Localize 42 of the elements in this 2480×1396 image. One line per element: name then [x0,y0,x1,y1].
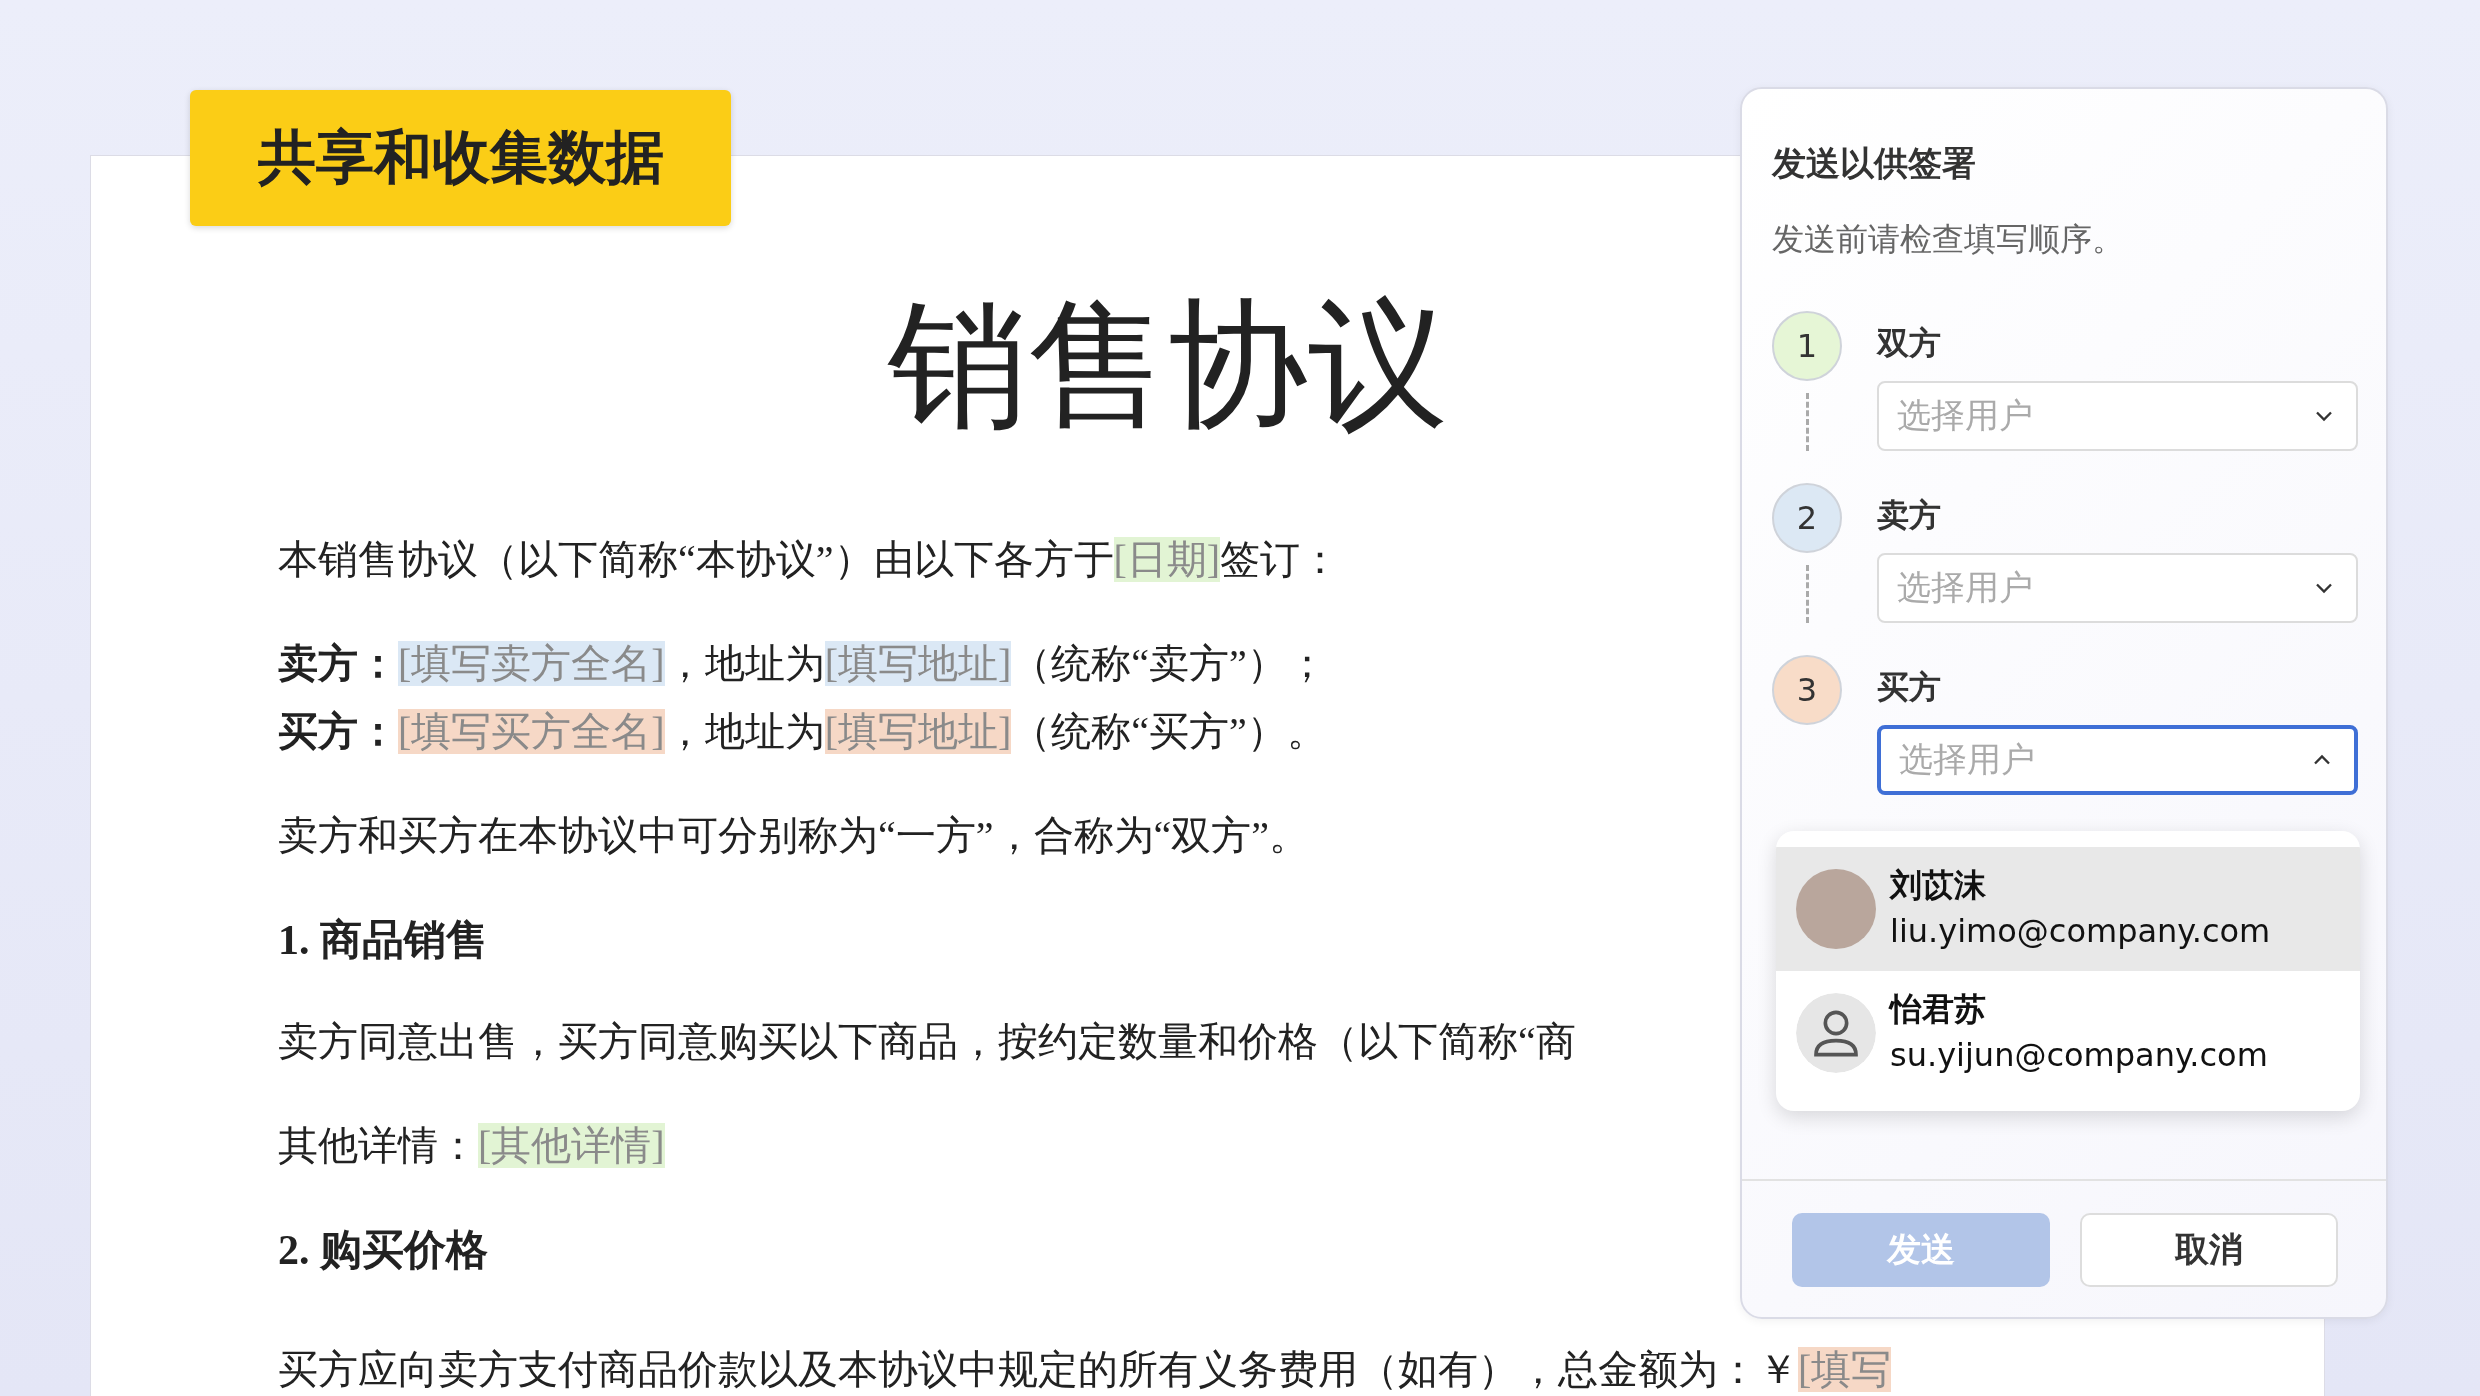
cancel-button[interactable]: 取消 [2080,1213,2338,1287]
section-heading: 2. 购买价格 [278,1227,488,1273]
user-name: 刘苡沫 [1890,865,1987,906]
body-text: 买方应向卖方支付商品价款以及本协议中规定的所有义务费用（如有），总金额为：￥ [278,1347,1798,1392]
fill-in-field[interactable]: [填写卖方全名] [398,641,665,686]
fill-in-field[interactable]: [日期] [1113,537,1221,582]
person-icon [1796,993,1876,1073]
step-number: 1 [1772,311,1842,381]
party-label: 买方： [278,709,398,754]
fill-in-field[interactable]: [填写 [1798,1347,1892,1392]
body-text: 签订： [1220,537,1341,582]
user-option[interactable]: 刘苡沫 liu.yimo@company.com [1776,847,2360,971]
fill-in-field[interactable]: [填写地址] [824,709,1012,754]
user-select[interactable]: 选择用户 [1877,725,2358,795]
body-text: ，地址为 [664,641,825,686]
body-text: （统称“买方”）。 [1011,709,1327,754]
party-label: 卖方： [278,641,398,686]
step-number: 3 [1772,655,1842,725]
document-title: 销售协议 [888,287,1448,445]
body-text: 本销售协议（以下简称“本协议”）由以下各方于 [278,537,1114,582]
user-email: liu.yimo@company.com [1890,911,2271,952]
section-heading: 1. 商品销售 [278,917,488,963]
step-label: 卖方 [1877,495,1942,535]
body-text: ，地址为 [664,709,825,754]
step-number: 2 [1772,483,1842,553]
user-email: su.yijun@company.com [1890,1035,2268,1076]
fill-in-field[interactable]: [填写买方全名] [398,709,665,754]
fill-in-field[interactable]: [其他详情] [478,1123,665,1168]
body-text: 卖方同意出售，买方同意购买以下商品，按约定数量和价格（以下简称“商 [278,1019,1576,1064]
body-text: （统称“卖方”）； [1011,641,1327,686]
panel-subtitle: 发送前请检查填写顺序。 [1772,219,2125,260]
user-select[interactable]: 选择用户 [1877,553,2358,623]
user-name: 怡君苏 [1890,989,1987,1030]
user-select[interactable]: 选择用户 [1877,381,2358,451]
fill-in-field[interactable]: [填写地址] [824,641,1012,686]
user-option[interactable]: 怡君苏 su.yijun@company.com [1776,971,2360,1095]
panel-title: 发送以供签署 [1772,142,1977,185]
banner-label: 共享和收集数据 [190,90,731,226]
step-label: 买方 [1877,667,1942,707]
body-text: 卖方和买方在本协议中可分别称为“一方”，合称为“双方”。 [278,813,1309,858]
step-label: 双方 [1877,323,1942,363]
body-text: 其他详情： [278,1123,478,1168]
